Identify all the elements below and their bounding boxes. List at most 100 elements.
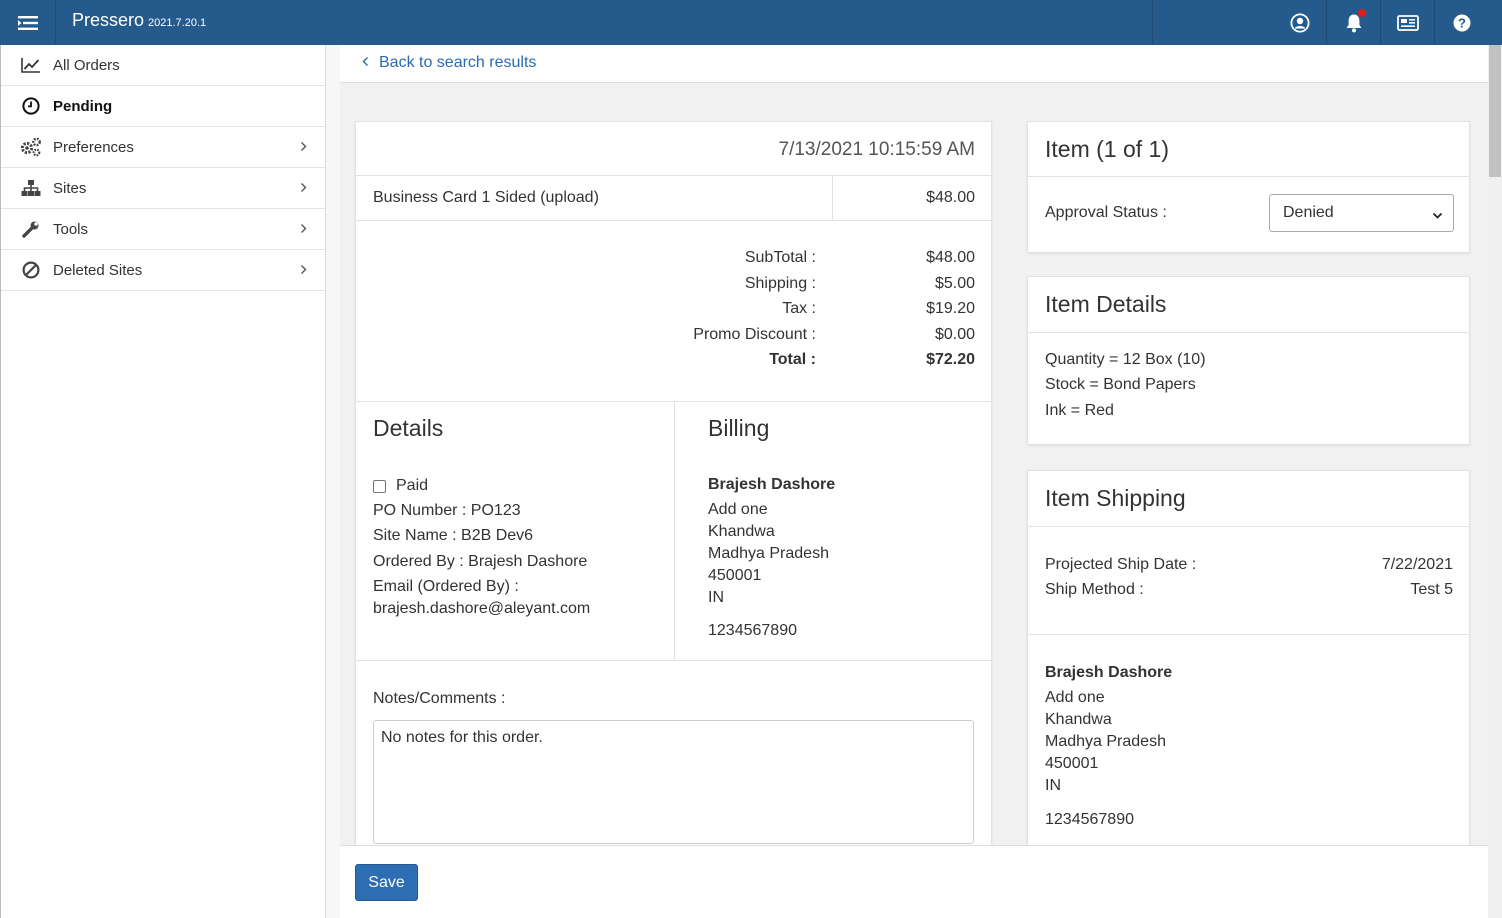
user-icon[interactable] [1152, 0, 1326, 45]
item-ink: Ink = Red [1045, 402, 1114, 419]
shipping-name: Brajesh Dashore [1045, 664, 1173, 681]
sidebar-item-all-orders[interactable]: All Orders [1, 45, 325, 86]
ship-method-value: Test 5 [1410, 581, 1453, 598]
item-shipping-title: Item Shipping [1045, 485, 1186, 511]
item-details-title: Item Details [1045, 291, 1167, 317]
totals-row-total: Total : $72.20 [356, 351, 991, 375]
sidebar-item-tools[interactable]: Tools [1, 209, 325, 250]
item-title: Item (1 of 1) [1045, 136, 1169, 162]
ship-date-label: Projected Ship Date : [1045, 556, 1197, 573]
product-name: Business Card 1 Sided (upload) [373, 189, 599, 206]
sidebar-item-label: Deleted Sites [53, 261, 143, 279]
paid-label: Paid [396, 477, 429, 494]
svg-text:?: ? [1458, 15, 1466, 30]
item-quantity: Quantity = 12 Box (10) [1045, 351, 1206, 368]
divider [832, 175, 833, 220]
totals-label: SubTotal : [744, 249, 816, 266]
clock-icon [20, 95, 42, 117]
chevron-down-icon [1432, 207, 1443, 225]
sidebar-item-label: All Orders [53, 56, 120, 74]
totals-value: $48.00 [926, 249, 975, 266]
shipping-zip: 450001 [1045, 755, 1099, 772]
approval-status-label: Approval Status : [1045, 204, 1167, 221]
order-panel: 7/13/2021 10:15:59 AM Business Card 1 Si… [355, 121, 992, 845]
paid-checkbox[interactable] [373, 479, 386, 493]
billing-zip: 450001 [708, 567, 762, 584]
item-stock: Stock = Bond Papers [1045, 376, 1196, 393]
totals-row-promo: Promo Discount : $0.00 [356, 326, 991, 350]
approval-status-value: Denied [1283, 204, 1334, 221]
sitemap-icon [20, 177, 42, 199]
chevron-right-icon [300, 221, 307, 238]
gears-icon [20, 136, 42, 158]
totals-label: Tax : [782, 300, 816, 317]
news-icon[interactable] [1380, 0, 1434, 45]
ship-date-value: 7/22/2021 [1381, 556, 1453, 573]
sidebar-item-deleted-sites[interactable]: Deleted Sites [1, 250, 325, 291]
notes-label: Notes/Comments : [373, 690, 506, 707]
totals-label: Total : [769, 351, 816, 368]
main-content: Back to search results 7/13/2021 10:15:5… [340, 45, 1488, 845]
divider [356, 660, 991, 661]
email-value: brajesh.dashore@aleyant.com [373, 600, 591, 617]
back-to-search-link[interactable]: Back to search results [362, 54, 536, 72]
paid-checkbox-row[interactable]: Paid [373, 477, 428, 495]
totals-row-subtotal: SubTotal : $48.00 [356, 249, 991, 273]
menu-icon[interactable] [0, 0, 56, 45]
billing-title: Billing [708, 415, 770, 441]
shipping-phone: 1234567890 [1045, 811, 1134, 828]
sidebar-item-preferences[interactable]: Preferences [1, 127, 325, 168]
ship-method-label: Ship Method : [1045, 581, 1144, 598]
sidebar-item-label: Pending [53, 97, 113, 115]
page-scrollbar-thumb[interactable] [1489, 45, 1501, 177]
details-title: Details [373, 415, 444, 441]
totals-row-shipping: Shipping : $5.00 [356, 275, 991, 299]
shipping-state: Madhya Pradesh [1045, 733, 1166, 750]
shipping-country: IN [1045, 777, 1061, 794]
po-number: PO Number : PO123 [373, 502, 521, 519]
shipping-address: Add one [1045, 689, 1105, 706]
chevron-right-icon [300, 262, 307, 279]
notification-badge [1358, 9, 1366, 17]
sidebar-item-sites[interactable]: Sites [1, 168, 325, 209]
top-bar: Pressero 2021.7.20.1 ? [0, 0, 1502, 45]
divider [1028, 526, 1469, 527]
totals-row-tax: Tax : $19.20 [356, 300, 991, 324]
billing-phone: 1234567890 [708, 622, 797, 639]
sidebar-divider [326, 45, 340, 918]
sidebar: All Orders Pending Preferences Sites Too… [0, 45, 326, 918]
product-price: $48.00 [926, 189, 975, 206]
totals-value: $72.20 [926, 351, 975, 368]
billing-address: Add one [708, 501, 768, 518]
billing-name: Brajesh Dashore [708, 476, 836, 493]
chevron-left-icon [362, 54, 369, 72]
save-button[interactable]: Save [355, 864, 418, 901]
site-name: Site Name : B2B Dev6 [373, 527, 534, 544]
totals-label: Shipping : [744, 275, 816, 292]
totals-value: $19.20 [926, 300, 975, 317]
divider [356, 220, 991, 221]
totals-label: Promo Discount : [693, 326, 816, 343]
ordered-by: Ordered By : Brajesh Dashore [373, 553, 588, 570]
item-shipping-panel: Item Shipping Projected Ship Date : 7/22… [1027, 470, 1470, 845]
notes-textarea[interactable]: No notes for this order. [373, 720, 974, 844]
back-bar: Back to search results [340, 45, 1488, 83]
billing-city: Khandwa [708, 523, 775, 540]
email-label: Email (Ordered By) : [373, 578, 519, 595]
billing-state: Madhya Pradesh [708, 545, 829, 562]
order-datetime: 7/13/2021 10:15:59 AM [778, 139, 976, 160]
back-link-label: Back to search results [379, 54, 537, 71]
bell-icon[interactable] [1326, 0, 1380, 45]
item-panel: Item (1 of 1) Approval Status : Denied [1027, 121, 1470, 253]
divider [356, 175, 991, 176]
shipping-city: Khandwa [1045, 711, 1112, 728]
divider [1028, 176, 1469, 177]
help-icon[interactable]: ? [1434, 0, 1488, 45]
app-brand[interactable]: Pressero 2021.7.20.1 [72, 10, 206, 31]
sidebar-item-pending[interactable]: Pending [1, 86, 325, 127]
sidebar-item-label: Preferences [53, 138, 134, 156]
sidebar-item-label: Sites [53, 179, 87, 197]
approval-status-select[interactable]: Denied [1269, 194, 1454, 232]
totals-value: $5.00 [934, 275, 975, 292]
divider [674, 401, 675, 660]
